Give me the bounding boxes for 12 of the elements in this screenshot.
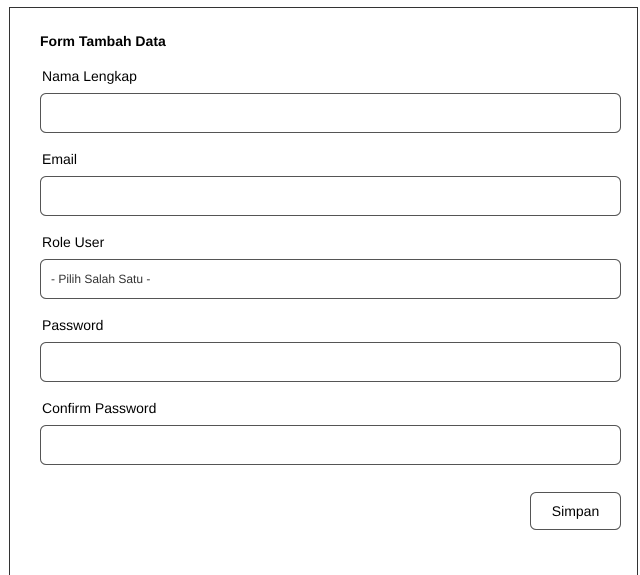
role-select[interactable]: - Pilih Salah Satu -	[40, 259, 621, 299]
field-label: Nama Lengkap	[42, 68, 138, 85]
form-title: Form Tambah Data	[40, 33, 167, 50]
password-field[interactable]	[40, 425, 621, 465]
input-field[interactable]	[40, 93, 621, 133]
field-label: Role User	[42, 234, 106, 251]
field-label: Confirm Password	[42, 400, 158, 417]
password-field[interactable]	[40, 342, 621, 382]
field-label: Password	[42, 317, 104, 334]
save-button[interactable]: Simpan	[530, 492, 621, 530]
input-field[interactable]	[40, 176, 621, 216]
field-label: Email	[42, 151, 78, 168]
